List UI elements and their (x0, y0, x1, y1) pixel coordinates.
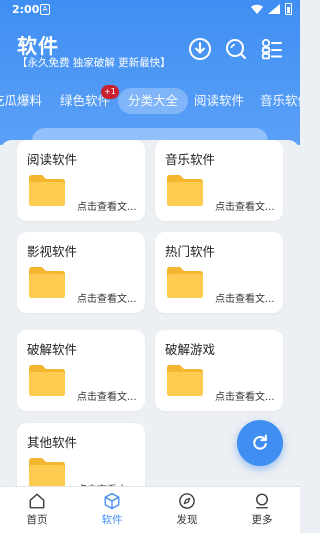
search-icon[interactable] (224, 37, 248, 61)
home-icon (29, 493, 45, 509)
card-subtitle: 点击查看文... (215, 294, 275, 305)
category-tabs: 吃瓜爆料 绿色软件 +1 分类大全 阅读软件 音乐软件 (0, 84, 300, 118)
category-card-video[interactable]: 影视软件 点击查看文... (17, 232, 145, 313)
cube-icon (104, 492, 120, 510)
tab-music-software[interactable]: 音乐软件 (260, 88, 300, 114)
battery-icon (285, 3, 292, 15)
signal-icon (268, 4, 280, 14)
nav-more[interactable]: 更多 (232, 492, 292, 527)
card-title: 音乐软件 (165, 152, 216, 167)
category-list-icon[interactable] (260, 37, 284, 61)
download-icon[interactable] (188, 37, 212, 61)
status-bar: 2:00 A (0, 0, 300, 20)
folder-icon (167, 175, 203, 206)
bottom-navigation: 首页 软件 发现 更多 (0, 486, 300, 533)
app-header: 2:00 A 软件 【永久免费 独家破解 更新最快】 吃瓜爆料 绿色软件 +1 … (0, 0, 300, 145)
folder-icon (29, 365, 65, 396)
nav-home[interactable]: 首页 (7, 492, 67, 527)
card-subtitle: 点击查看文... (77, 392, 137, 403)
category-card-cracked-software[interactable]: 破解软件 点击查看文... (17, 330, 145, 411)
card-subtitle: 点击查看文... (215, 202, 275, 213)
refresh-icon (253, 434, 267, 450)
card-title: 热门软件 (165, 244, 216, 259)
nav-discover[interactable]: 发现 (157, 492, 217, 527)
folder-icon (29, 175, 65, 206)
folder-icon (29, 267, 65, 298)
app-notification-icon: A (40, 4, 50, 15)
category-card-cracked-games[interactable]: 破解游戏 点击查看文... (155, 330, 283, 411)
card-title: 破解软件 (27, 342, 78, 357)
nav-discover-label: 发现 (176, 514, 198, 526)
page-subtitle: 【永久免费 独家破解 更新最快】 (17, 57, 171, 69)
card-title: 其他软件 (27, 435, 78, 450)
tab-gossip[interactable]: 吃瓜爆料 (0, 88, 42, 114)
tab-reading-software[interactable]: 阅读软件 (194, 88, 244, 114)
nav-software-label: 软件 (101, 514, 123, 526)
card-subtitle: 点击查看文... (77, 202, 137, 213)
tab-badge: +1 (101, 85, 119, 99)
card-title: 破解游戏 (165, 342, 216, 357)
nav-software[interactable]: 软件 (82, 492, 142, 527)
compass-icon (179, 493, 195, 509)
nav-more-label: 更多 (251, 514, 273, 526)
refresh-button[interactable] (237, 420, 283, 466)
nav-home-label: 首页 (26, 514, 48, 526)
folder-icon (167, 267, 203, 298)
category-card-music[interactable]: 音乐软件 点击查看文... (155, 140, 283, 221)
tab-all-categories[interactable]: 分类大全 (118, 88, 189, 114)
category-card-hot[interactable]: 热门软件 点击查看文... (155, 232, 283, 313)
card-title: 影视软件 (27, 244, 78, 259)
user-icon (256, 493, 268, 509)
card-subtitle: 点击查看文... (215, 392, 275, 403)
card-subtitle: 点击查看文... (77, 294, 137, 305)
wifi-icon (251, 4, 263, 14)
status-time: 2:00 (12, 3, 40, 16)
card-title: 阅读软件 (27, 152, 78, 167)
folder-icon (167, 365, 203, 396)
category-card-reading[interactable]: 阅读软件 点击查看文... (17, 140, 145, 221)
